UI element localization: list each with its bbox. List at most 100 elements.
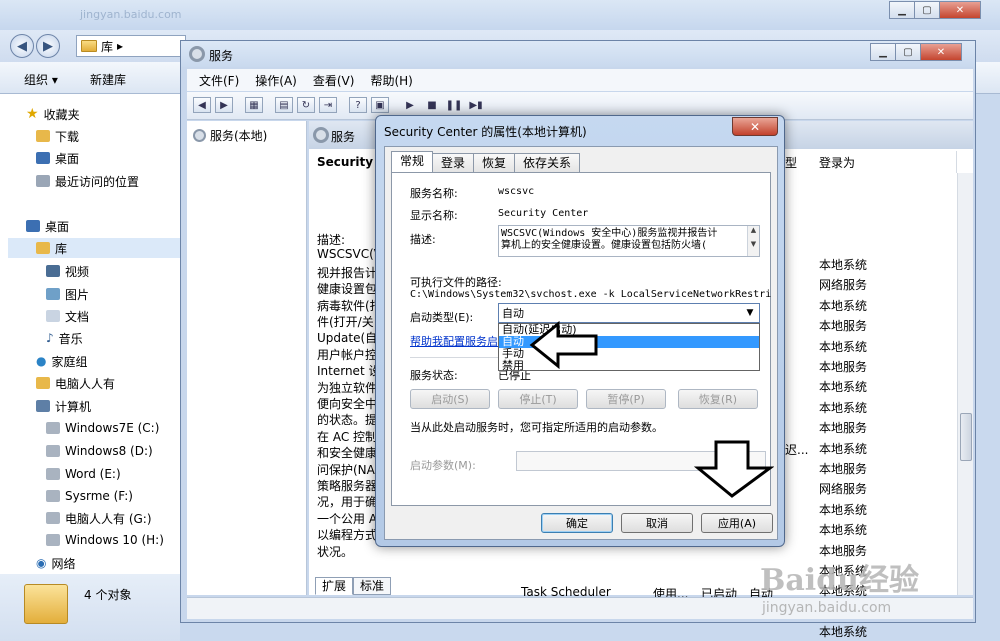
- table-row[interactable]: 网络服务: [819, 276, 867, 293]
- tab-recovery[interactable]: 恢复: [473, 153, 516, 172]
- menu-help[interactable]: 帮助(H): [370, 72, 412, 89]
- scrollbar-thumb[interactable]: [960, 413, 972, 461]
- sidebar-item-downloads[interactable]: 下载: [36, 126, 79, 146]
- menu-action[interactable]: 操作(A): [255, 72, 297, 89]
- sidebar-item-video[interactable]: 视频: [46, 261, 89, 281]
- pause-button[interactable]: 暂停(P): [586, 389, 666, 409]
- minimize-button[interactable]: ▁: [889, 1, 915, 19]
- table-row[interactable]: 本地服务: [819, 460, 867, 477]
- ok-button[interactable]: 确定: [541, 513, 613, 533]
- sidebar-item-label: Windows8 (D:): [65, 444, 153, 458]
- tab-logon[interactable]: 登录: [432, 153, 475, 172]
- sidebar-item-network[interactable]: ◉ 网络: [36, 553, 76, 573]
- sidebar-item-label: 音乐: [58, 331, 83, 346]
- properties-icon[interactable]: ▤: [275, 97, 293, 113]
- table-row[interactable]: 本地系统: [819, 378, 867, 395]
- table-row[interactable]: 本地系统: [819, 623, 867, 640]
- stop-icon[interactable]: ■: [423, 97, 441, 113]
- table-row[interactable]: 本地系统: [819, 399, 867, 416]
- sidebar-item-music[interactable]: ♪ 音乐: [46, 328, 83, 348]
- close-button[interactable]: ✕: [920, 43, 962, 61]
- tree-item-services-local[interactable]: 服务(本地): [193, 127, 267, 144]
- table-row[interactable]: 本地服务: [819, 317, 867, 334]
- stop-button[interactable]: 停止(T): [498, 389, 578, 409]
- tab-general[interactable]: 常规: [391, 151, 434, 172]
- dialog-close-button[interactable]: ✕: [732, 117, 778, 136]
- scroll-down-icon[interactable]: ▼: [748, 240, 759, 248]
- table-row[interactable]: 网络服务: [819, 480, 867, 497]
- sidebar-item-drive-c[interactable]: Windows7E (C:): [46, 418, 159, 438]
- show-hide-icon[interactable]: ▣: [371, 97, 389, 113]
- tab-standard[interactable]: 标准: [353, 577, 392, 595]
- close-button[interactable]: ✕: [939, 1, 981, 19]
- minimize-button[interactable]: ▁: [870, 43, 896, 61]
- details-pane: 4 个对象: [0, 574, 180, 641]
- play-icon[interactable]: ▶: [401, 97, 419, 113]
- export-icon[interactable]: ⇥: [319, 97, 337, 113]
- sidebar-item-documents[interactable]: 文档: [46, 306, 89, 326]
- menu-view[interactable]: 查看(V): [313, 72, 355, 89]
- table-row[interactable]: 本地系统: [819, 256, 867, 273]
- start-button[interactable]: 启动(S): [410, 389, 490, 409]
- close-icon: ✕: [749, 119, 761, 134]
- sidebar-item-pictures[interactable]: 图片: [46, 284, 89, 304]
- sidebar-item-computer[interactable]: 计算机: [36, 396, 91, 416]
- sidebar-item-drive-g[interactable]: 电脑人人有 (G:): [46, 508, 152, 528]
- network-icon: ◉: [36, 556, 47, 570]
- sidebar-item-libraries[interactable]: 库: [8, 238, 180, 258]
- column-header-logon[interactable]: 登录为: [813, 151, 957, 173]
- organize-button[interactable]: 组织 ▾: [24, 71, 58, 88]
- pause-icon[interactable]: ❚❚: [445, 97, 463, 113]
- chevron-down-icon[interactable]: ▼: [743, 306, 757, 320]
- tab-dependencies[interactable]: 依存关系: [514, 153, 581, 172]
- star-icon: ★: [26, 106, 39, 122]
- address-input[interactable]: 库 ▸: [76, 35, 186, 57]
- table-row[interactable]: 本地服务: [819, 358, 867, 375]
- drive-icon: [46, 445, 60, 457]
- table-row[interactable]: 本地服务: [819, 419, 867, 436]
- table-row[interactable]: 本地系统: [819, 440, 867, 457]
- startup-type-label: 启动类型(E):: [410, 311, 474, 324]
- maximize-button[interactable]: ▢: [914, 1, 940, 19]
- sidebar-item-drive-d[interactable]: Windows8 (D:): [46, 441, 153, 461]
- help-icon[interactable]: ?: [349, 97, 367, 113]
- table-row[interactable]: 本地系统: [819, 521, 867, 538]
- sidebar-item-drive-f[interactable]: Sysrme (F:): [46, 486, 133, 506]
- sidebar-item-desktop[interactable]: 桌面: [26, 216, 69, 236]
- drive-icon: [46, 534, 60, 546]
- menu-file[interactable]: 文件(F): [199, 72, 239, 89]
- scroll-up-icon[interactable]: ▲: [748, 226, 759, 234]
- maximize-button[interactable]: ▢: [895, 43, 921, 61]
- sidebar-item-drive-h[interactable]: Windows 10 (H:): [46, 530, 164, 550]
- resume-button[interactable]: 恢复(R): [678, 389, 758, 409]
- new-library-button[interactable]: 新建库: [90, 71, 126, 88]
- description-textbox[interactable]: WSCSVC(Windows 安全中心)服务监视并报告计 算机上的安全健康设置。…: [498, 225, 760, 257]
- console-tree-icon[interactable]: ▦: [245, 97, 263, 113]
- forward-arrow-icon[interactable]: ▶: [215, 97, 233, 113]
- table-row[interactable]: 本地系统: [819, 297, 867, 314]
- table-row[interactable]: 本地系统: [819, 501, 867, 518]
- library-folder-icon: [24, 584, 68, 624]
- cancel-button[interactable]: 取消: [621, 513, 693, 533]
- sidebar-item-user[interactable]: 电脑人人有: [36, 373, 115, 393]
- description-line: 为独立软件: [317, 380, 378, 395]
- back-button[interactable]: ◀: [10, 34, 34, 58]
- restart-icon[interactable]: ▶▮: [467, 97, 485, 113]
- sidebar-item-label: 最近访问的位置: [55, 174, 140, 189]
- refresh-icon[interactable]: ↻: [297, 97, 315, 113]
- service-status-label: 服务状态:: [410, 369, 458, 382]
- description-scrollbar[interactable]: ▲ ▼: [747, 226, 759, 256]
- table-row[interactable]: 本地系统: [819, 338, 867, 355]
- tab-extended[interactable]: 扩展: [315, 577, 354, 595]
- sidebar-item-favorites[interactable]: ★ 收藏夹: [26, 104, 80, 124]
- sidebar-item-homegroup[interactable]: ● 家庭组: [36, 351, 88, 371]
- sidebar-item-label: 电脑人人有: [55, 376, 116, 391]
- apply-button[interactable]: 应用(A): [701, 513, 773, 533]
- sidebar-item-drive-e[interactable]: Word (E:): [46, 464, 121, 484]
- forward-button[interactable]: ▶: [36, 34, 60, 58]
- services-scrollbar[interactable]: [957, 173, 973, 595]
- back-arrow-icon[interactable]: ◀: [193, 97, 211, 113]
- sidebar-item-desktop-fav[interactable]: 桌面: [36, 148, 79, 168]
- help-configure-startup-link[interactable]: 帮助我配置服务启动: [410, 333, 509, 349]
- sidebar-item-recent[interactable]: 最近访问的位置: [36, 171, 139, 191]
